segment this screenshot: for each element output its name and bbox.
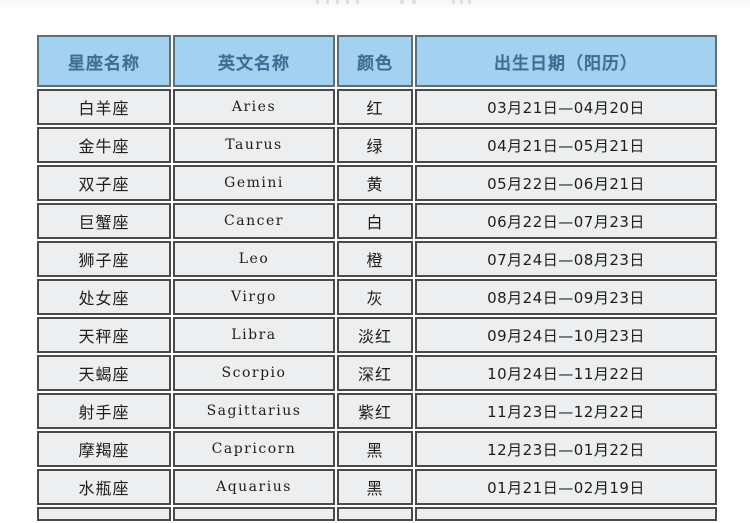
cell-birthdate: 11月23日—12月22日 [415,393,717,429]
cell-birthdate: 08月24日—09月23日 [415,279,717,315]
table-header: 星座名称 英文名称 颜色 出生日期（阳历） [37,35,717,87]
cell-english-name: Scorpio [173,355,335,391]
cell-color: 红 [337,89,413,125]
cell-zodiac-name: 处女座 [37,279,171,315]
cell-zodiac-name: 天秤座 [37,317,171,353]
table-row [37,507,717,521]
cell-birthdate: 05月22日—06月21日 [415,165,717,201]
table-row: 处女座 Virgo 灰 08月24日—09月23日 [37,279,717,315]
cell-color: 紫红 [337,393,413,429]
column-header-color: 颜色 [337,35,413,87]
cell-birthdate: 03月21日—04月20日 [415,89,717,125]
cell-english-name: Leo [173,241,335,277]
zodiac-table: 星座名称 英文名称 颜色 出生日期（阳历） 白羊座 Aries 红 03月21日… [35,33,719,523]
cell-birthdate: 06月22日—07月23日 [415,203,717,239]
cell-english-name: Libra [173,317,335,353]
cell-zodiac-name: 金牛座 [37,127,171,163]
cell-english-name: Capricorn [173,431,335,467]
cell-zodiac-name [37,507,171,521]
column-header-birthdate: 出生日期（阳历） [415,35,717,87]
cell-birthdate: 09月24日—10月23日 [415,317,717,353]
cell-zodiac-name: 射手座 [37,393,171,429]
table-row: 巨蟹座 Cancer 白 06月22日—07月23日 [37,203,717,239]
column-header-english: 英文名称 [173,35,335,87]
cell-zodiac-name: 巨蟹座 [37,203,171,239]
cell-color: 黄 [337,165,413,201]
cell-english-name: Aries [173,89,335,125]
table-row: 白羊座 Aries 红 03月21日—04月20日 [37,89,717,125]
cell-color: 灰 [337,279,413,315]
cell-english-name [173,507,335,521]
cell-color: 黑 [337,431,413,467]
table-header-row: 星座名称 英文名称 颜色 出生日期（阳历） [37,35,717,87]
zodiac-table-container: 星座名称 英文名称 颜色 出生日期（阳历） 白羊座 Aries 红 03月21日… [35,33,717,523]
table-row: 金牛座 Taurus 绿 04月21日—05月21日 [37,127,717,163]
table-row: 天秤座 Libra 淡红 09月24日—10月23日 [37,317,717,353]
cell-color [337,507,413,521]
table-row: 摩羯座 Capricorn 黑 12月23日—01月22日 [37,431,717,467]
table-row: 天蝎座 Scorpio 深红 10月24日—11月22日 [37,355,717,391]
cell-birthdate: 07月24日—08月23日 [415,241,717,277]
cell-zodiac-name: 摩羯座 [37,431,171,467]
table-row: 射手座 Sagittarius 紫红 11月23日—12月22日 [37,393,717,429]
cell-birthdate: 10月24日—11月22日 [415,355,717,391]
cell-color: 淡红 [337,317,413,353]
cell-birthdate: 12月23日—01月22日 [415,431,717,467]
cell-english-name: Virgo [173,279,335,315]
cell-english-name: Cancer [173,203,335,239]
table-body: 白羊座 Aries 红 03月21日—04月20日 金牛座 Taurus 绿 0… [37,89,717,521]
cell-color: 白 [337,203,413,239]
cell-zodiac-name: 双子座 [37,165,171,201]
cell-birthdate: 04月21日—05月21日 [415,127,717,163]
cell-english-name: Taurus [173,127,335,163]
cell-birthdate [415,507,717,521]
table-row: 双子座 Gemini 黄 05月22日—06月21日 [37,165,717,201]
column-header-name: 星座名称 [37,35,171,87]
cell-zodiac-name: 天蝎座 [37,355,171,391]
cell-zodiac-name: 狮子座 [37,241,171,277]
cell-color: 绿 [337,127,413,163]
cell-color: 深红 [337,355,413,391]
cell-english-name: Gemini [173,165,335,201]
table-row: 狮子座 Leo 橙 07月24日—08月23日 [37,241,717,277]
clipped-text-remnant [0,0,750,10]
cell-zodiac-name: 白羊座 [37,89,171,125]
cell-english-name: Sagittarius [173,393,335,429]
cell-color: 橙 [337,241,413,277]
